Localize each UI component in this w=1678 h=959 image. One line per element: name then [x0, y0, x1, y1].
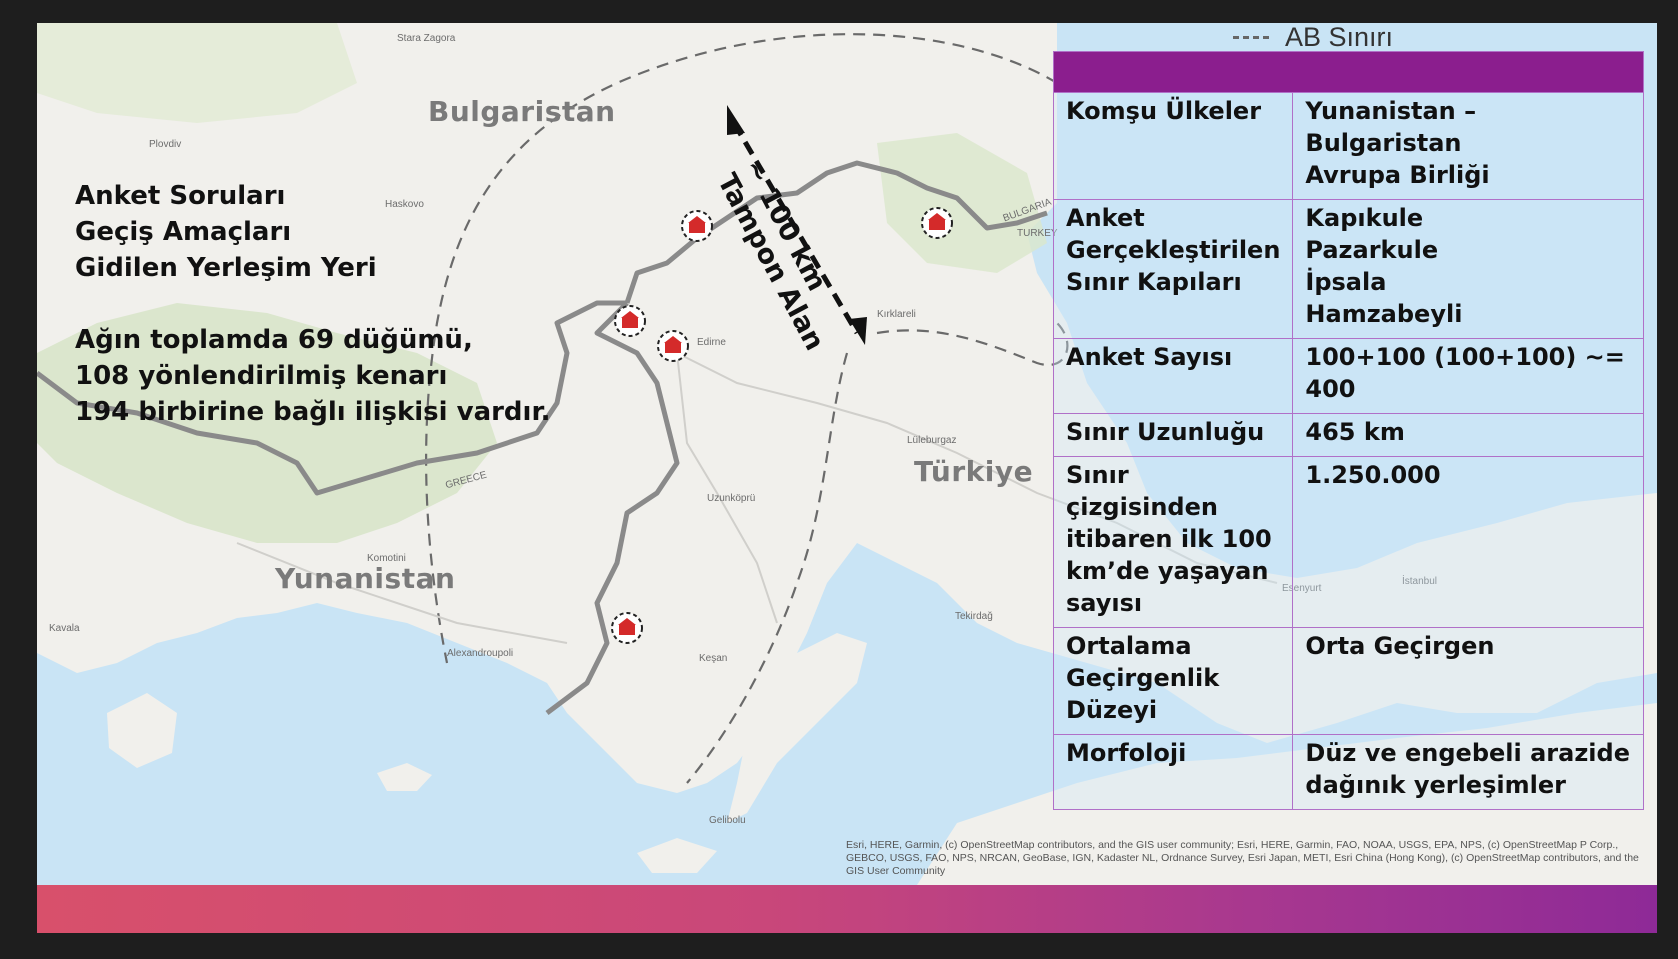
- place-label: Kavala: [49, 623, 80, 634]
- legend-label: AB Sınırı: [1285, 23, 1394, 52]
- table-header-row: [1053, 51, 1644, 93]
- place-label: TURKEY: [1017, 228, 1058, 239]
- table-key: Morfoloji: [1052, 734, 1294, 810]
- table-key: Sınır Uzunluğu: [1052, 413, 1294, 457]
- survey-info-text: Anket Soruları Geçiş Amaçları Gidilen Ye…: [75, 178, 550, 430]
- border-crossing-marker: [614, 305, 646, 337]
- table-key: Sınır çizgisinden itibaren ilk 100 km’de…: [1052, 456, 1294, 628]
- table-row: Sınır çizgisinden itibaren ilk 100 km’de…: [1052, 456, 1644, 628]
- table-row: Ortalama Geçirgenlik Düzeyi Orta Geçirgen: [1052, 627, 1644, 735]
- text-line: 194 birbirine bağlı ilişkisi vardır.: [75, 397, 551, 427]
- slide: Bulgaristan Yunanistan Türkiye Stara Zag…: [37, 23, 1657, 933]
- table-value: Yunanistan – Bulgaristan Avrupa Birliği: [1292, 92, 1644, 200]
- island-samothrace: [377, 763, 432, 791]
- table-value: Düz ve engebeli arazide dağınık yerleşim…: [1292, 734, 1644, 810]
- legend: AB Sınırı: [1233, 23, 1394, 52]
- place-label: Stara Zagora: [397, 33, 456, 44]
- place-label: Alexandroupoli: [447, 648, 514, 659]
- place-label: Komotini: [367, 553, 406, 564]
- table-value: 100+100 (100+100) ~= 400: [1292, 338, 1644, 414]
- footer-bar: [37, 885, 1657, 933]
- info-table: Komşu Ülkeler Yunanistan – Bulgaristan Av…: [1052, 51, 1644, 810]
- text-line: Ağın toplamda 69 düğümü,: [75, 325, 473, 355]
- table-row: Sınır Uzunluğu 465 km: [1052, 413, 1644, 457]
- table-row: Komşu Ülkeler Yunanistan – Bulgaristan Av…: [1052, 92, 1644, 200]
- border-crossing-marker: [921, 207, 953, 239]
- border-crossing-marker: [681, 210, 713, 242]
- place-label: Keşan: [699, 653, 728, 664]
- place-label: Gelibolu: [709, 815, 746, 826]
- table-key: Anket Sayısı: [1052, 338, 1294, 414]
- country-label-greece: Yunanistan: [275, 562, 456, 595]
- country-label-turkey: Türkiye: [914, 455, 1034, 488]
- country-label-bulgaria: Bulgaristan: [428, 95, 616, 128]
- border-crossing-marker: [657, 330, 689, 362]
- table-value: 465 km: [1292, 413, 1644, 457]
- place-label: Uzunköprü: [707, 493, 756, 504]
- dashed-line-icon: [1233, 35, 1269, 39]
- table-value: 1.250.000: [1292, 456, 1644, 628]
- place-label: Plovdiv: [149, 139, 182, 150]
- table-value: Orta Geçirgen: [1292, 627, 1644, 735]
- island-thasos: [107, 693, 177, 768]
- table-key: Komşu Ülkeler: [1052, 92, 1294, 200]
- map-attribution: Esri, HERE, Garmin, (c) OpenStreetMap co…: [846, 839, 1639, 877]
- place-label: Kırklareli: [877, 309, 916, 320]
- text-line: Geçiş Amaçları: [75, 217, 292, 247]
- table-row: Anket Sayısı 100+100 (100+100) ~= 400: [1052, 338, 1644, 414]
- table-key: Ortalama Geçirgenlik Düzeyi: [1052, 627, 1294, 735]
- island-imbros: [637, 838, 717, 873]
- table-value: Kapıkule Pazarkule İpsala Hamzabeyli: [1292, 199, 1644, 339]
- table-row: Anket Gerçekleştirilen Sınır Kapıları Kap…: [1052, 199, 1644, 339]
- text-line: Gidilen Yerleşim Yeri: [75, 253, 377, 283]
- text-line: Anket Soruları: [75, 181, 286, 211]
- place-label: Lüleburgaz: [907, 435, 957, 446]
- table-row: Morfoloji Düz ve engebeli arazide dağınık…: [1052, 734, 1644, 810]
- place-label: Tekirdağ: [955, 611, 993, 622]
- text-line: 108 yönlendirilmiş kenarı: [75, 361, 448, 391]
- table-key: Anket Gerçekleştirilen Sınır Kapıları: [1052, 199, 1294, 339]
- place-label: Edirne: [697, 337, 726, 348]
- border-crossing-marker: [611, 612, 643, 644]
